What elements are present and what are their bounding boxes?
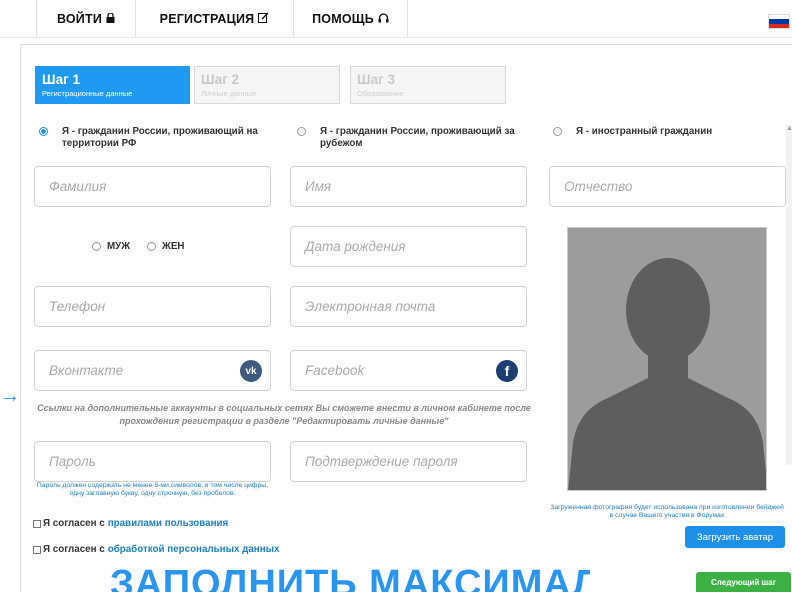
vk-input[interactable]: Вконтакте vk xyxy=(34,350,271,391)
personal-data-link[interactable]: обработкой персональных данных xyxy=(108,544,280,555)
password-input[interactable]: Пароль xyxy=(34,441,271,482)
upload-avatar-button[interactable]: Загрузить аватар xyxy=(685,526,785,548)
lock-icon xyxy=(106,12,115,26)
social-accounts-note: Ссылки на дополнительные аккаунты в соци… xyxy=(37,403,531,426)
facebook-placeholder: Facebook xyxy=(305,363,365,378)
citizen-russia-abroad-radio[interactable]: Я - гражданин России, проживающий за руб… xyxy=(297,126,537,150)
banner-text: ЗАПОЛНИТЬ МАКСИМАЛЬНОЕ xyxy=(110,567,590,592)
radio-unchecked-icon[interactable] xyxy=(553,127,562,136)
overlay-banner: ЗАПОЛНИТЬ МАКСИМАЛЬНОЕ xyxy=(110,567,590,592)
birth-date-placeholder: Дата рождения xyxy=(305,239,406,254)
gender-female-radio[interactable]: ЖЕН xyxy=(147,241,184,252)
facebook-icon: f xyxy=(496,360,518,382)
foreign-citizen-radio[interactable]: Я - иностранный гражданин xyxy=(553,126,773,138)
step-subtitle: Образование xyxy=(357,89,404,98)
person-silhouette-icon xyxy=(568,228,766,490)
scrollbar[interactable]: ▲ xyxy=(786,125,792,465)
login-link[interactable]: ВОЙТИ xyxy=(36,0,136,38)
avatar-placeholder xyxy=(567,227,767,491)
radio-unchecked-icon[interactable] xyxy=(297,127,306,136)
name-placeholder: Имя xyxy=(305,179,332,194)
flag-stripe-red xyxy=(769,23,789,28)
citizen-russia-resident-radio[interactable]: Я - гражданин России, проживающий на тер… xyxy=(39,126,279,150)
birth-date-input[interactable]: Дата рождения xyxy=(290,226,527,267)
avatar-note: Загруженная фотография будет использован… xyxy=(550,504,784,519)
edit-icon xyxy=(258,12,269,26)
register-label: РЕГИСТРАЦИЯ xyxy=(159,12,255,26)
password-placeholder: Пароль xyxy=(49,454,96,469)
scroll-up-icon[interactable]: ▲ xyxy=(786,125,792,132)
radio-label: Я - гражданин России, проживающий на тер… xyxy=(62,126,258,149)
radio-label: Я - иностранный гражданин xyxy=(576,126,713,137)
surname-placeholder: Фамилия xyxy=(49,179,107,194)
login-label: ВОЙТИ xyxy=(56,12,103,26)
surname-input[interactable]: Фамилия xyxy=(34,166,271,207)
gender-male-radio[interactable]: МУЖ xyxy=(92,241,130,252)
help-label: ПОМОЩЬ xyxy=(312,12,374,26)
agree-rules-checkbox[interactable]: Я согласен с правилами пользования xyxy=(33,518,228,529)
step-3-tab[interactable]: Шаг 3 Образование xyxy=(350,66,506,104)
patronymic-input[interactable]: Отчество xyxy=(549,166,786,207)
headset-icon xyxy=(378,12,389,26)
radio-checked-icon[interactable] xyxy=(39,127,48,136)
gender-female-label: ЖЕН xyxy=(162,241,185,252)
help-link[interactable]: ПОМОЩЬ xyxy=(294,0,408,38)
checkbox-icon[interactable] xyxy=(33,519,41,528)
email-placeholder: Электронная почта xyxy=(305,299,436,314)
agree-personal-data-checkbox[interactable]: Я согласен с обработкой персональных дан… xyxy=(33,544,279,555)
step-subtitle: Регистрационные данные xyxy=(42,89,133,98)
next-step-button[interactable]: Следующий шаг xyxy=(696,572,791,592)
vk-icon: vk xyxy=(240,360,262,382)
email-input[interactable]: Электронная почта xyxy=(290,286,527,327)
register-link[interactable]: РЕГИСТРАЦИЯ xyxy=(136,0,294,38)
agree-prefix: Я согласен с xyxy=(43,518,105,529)
step-title: Шаг 1 xyxy=(42,72,80,87)
step-title: Шаг 2 xyxy=(201,72,239,87)
radio-unchecked-icon[interactable] xyxy=(147,242,156,251)
phone-placeholder: Телефон xyxy=(49,299,106,314)
password-confirm-input[interactable]: Подтверждение пароля xyxy=(290,441,527,482)
radio-unchecked-icon[interactable] xyxy=(92,242,101,251)
facebook-input[interactable]: Facebook f xyxy=(290,350,527,391)
arrow-right-icon: → xyxy=(0,385,20,407)
gender-male-label: МУЖ xyxy=(107,241,131,252)
step-1-tab[interactable]: Шаг 1 Регистрационные данные xyxy=(35,66,190,104)
password-confirm-placeholder: Подтверждение пароля xyxy=(305,454,458,469)
step-title: Шаг 3 xyxy=(357,72,395,87)
password-hint: Пароль должен содержать не менее 8-ми си… xyxy=(36,482,269,497)
patronymic-placeholder: Отчество xyxy=(564,179,633,194)
rules-link[interactable]: правилами пользования xyxy=(108,518,229,529)
radio-label: Я - гражданин России, проживающий за руб… xyxy=(320,126,515,149)
checkbox-icon[interactable] xyxy=(33,545,41,554)
russia-flag-icon[interactable] xyxy=(768,14,790,29)
step-2-tab[interactable]: Шаг 2 Личные данные xyxy=(194,66,340,104)
phone-input[interactable]: Телефон xyxy=(34,286,271,327)
name-input[interactable]: Имя xyxy=(290,166,527,207)
vk-placeholder: Вконтакте xyxy=(49,363,124,378)
top-nav: ВОЙТИ РЕГИСТРАЦИЯ ПОМОЩЬ xyxy=(0,0,792,38)
agree-prefix: Я согласен с xyxy=(43,544,105,555)
step-subtitle: Личные данные xyxy=(201,89,257,98)
